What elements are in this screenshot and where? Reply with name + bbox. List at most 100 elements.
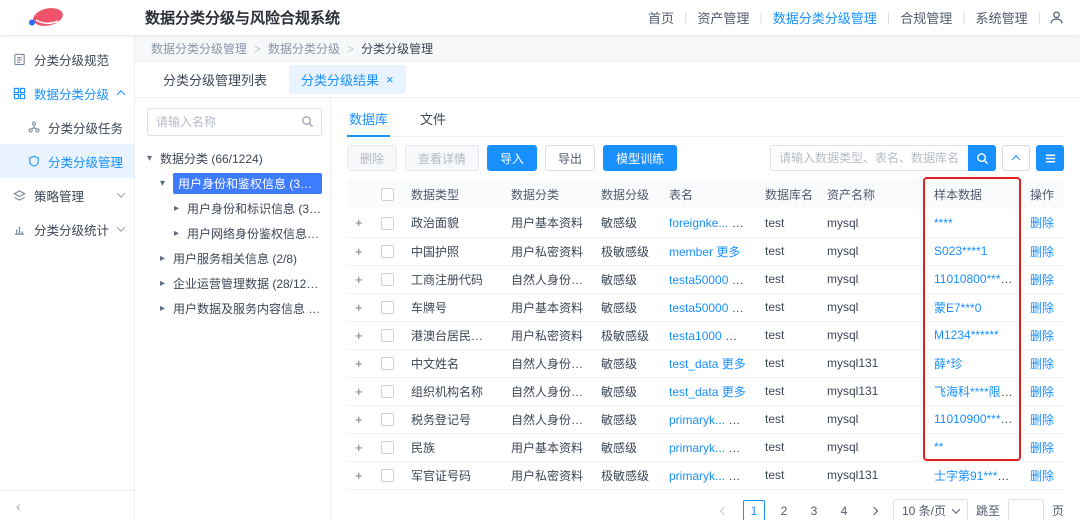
expand-row-icon[interactable]: + [355,328,363,343]
breadcrumb-item[interactable]: 数据分类分级管理 [151,40,247,57]
expand-row-icon[interactable]: + [355,356,363,371]
more-link[interactable]: 更多 [732,216,756,230]
sidebar-item-data-classification[interactable]: 数据分类分级 [0,76,134,110]
expand-row-icon[interactable]: + [355,272,363,287]
table-name-link[interactable]: foreignke... [669,216,728,230]
sidebar-item-statistics[interactable]: 分类分级统计 [0,212,134,246]
toolbar-button-delete[interactable]: 删除 [347,145,397,171]
page-number[interactable]: 1 [743,500,765,520]
row-checkbox[interactable] [381,469,394,482]
table-name-link[interactable]: testa1000 [669,329,722,343]
page-number[interactable]: 2 [773,500,795,520]
sample-data-link[interactable]: S023****1 [934,244,987,258]
caret-right-icon[interactable]: ▸ [174,203,187,214]
tab-file[interactable]: 文件 [418,102,448,136]
sample-data-link[interactable]: 蒙E7***0 [934,301,981,315]
row-checkbox[interactable] [381,413,394,426]
page-number[interactable]: 4 [833,500,855,520]
more-link[interactable]: 更多 [728,469,752,483]
toolbar-button-model-train[interactable]: 模型训练 [603,145,677,171]
more-link[interactable]: 更多 [728,413,752,427]
more-link[interactable]: 更多 [732,301,756,315]
expand-row-icon[interactable]: + [355,440,363,455]
more-link[interactable]: 更多 [722,385,746,399]
caret-down-icon[interactable]: ▾ [147,153,160,164]
row-delete-link[interactable]: 删除 [1030,413,1054,427]
sample-data-link[interactable]: ** [934,440,943,454]
table-name-link[interactable]: test_data [669,385,718,399]
row-checkbox[interactable] [381,357,394,370]
table-name-link[interactable]: testa50000 [669,301,728,315]
more-link[interactable]: 更多 [725,329,749,343]
more-link[interactable]: 更多 [722,357,746,371]
row-delete-link[interactable]: 删除 [1030,385,1054,399]
expand-row-icon[interactable]: + [355,412,363,427]
row-checkbox[interactable] [381,385,394,398]
breadcrumb-item[interactable]: 数据分类分级 [268,40,340,57]
prev-page-button[interactable] [713,500,735,520]
sample-data-link[interactable]: **** [934,216,953,230]
sample-data-link[interactable]: 薛*珍 [934,357,963,371]
tree-node[interactable]: ▸用户服务相关信息 (2/8) [147,246,322,271]
page-size-select[interactable]: 10 条/页 [893,499,968,520]
row-delete-link[interactable]: 删除 [1030,329,1054,343]
row-checkbox[interactable] [381,441,394,454]
sample-data-link[interactable]: M1234****** [934,328,999,342]
top-nav-item[interactable]: 系统管理 [966,8,1038,27]
toolbar-button-export[interactable]: 导出 [545,145,595,171]
sidebar-item-strategy[interactable]: 策略管理 [0,178,134,212]
expand-row-icon[interactable]: + [355,384,363,399]
row-checkbox[interactable] [381,217,394,230]
caret-right-icon[interactable]: ▸ [160,278,173,289]
sidebar-item-classification-spec[interactable]: 分类分级规范 [0,42,134,76]
caret-right-icon[interactable]: ▸ [160,253,173,264]
expand-row-icon[interactable]: + [355,300,363,315]
expand-row-icon[interactable]: + [355,215,363,230]
tree-node[interactable]: ▾用户身份和鉴权信息 (34/62) [147,171,322,196]
expand-row-icon[interactable]: + [355,244,363,259]
user-profile-button[interactable] [1049,10,1064,25]
row-delete-link[interactable]: 删除 [1030,245,1054,259]
toolbar-button-import[interactable]: 导入 [487,145,537,171]
tab-classification-result[interactable]: 分类分级结果 × [289,65,406,94]
tab-database[interactable]: 数据库 [347,102,390,136]
row-checkbox[interactable] [381,245,394,258]
more-link[interactable]: 更多 [716,245,740,259]
tree-node[interactable]: ▸用户身份和标识信息 (34/62) [147,196,322,221]
close-tab-icon[interactable]: × [386,73,394,86]
top-nav-item[interactable]: 资产管理 [687,8,759,27]
row-delete-link[interactable]: 删除 [1030,216,1054,230]
collapse-panel-button[interactable] [1002,145,1030,171]
tree-node[interactable]: ▸企业运营管理数据 (28/1218) [147,271,322,296]
row-checkbox[interactable] [381,301,394,314]
more-link[interactable]: 更多 [732,273,756,287]
row-delete-link[interactable]: 删除 [1030,469,1054,483]
sample-data-link[interactable]: 士字第91***3号 [934,469,1016,483]
caret-right-icon[interactable]: ▸ [160,303,173,314]
sample-data-link[interactable]: 飞海科****限公司 [934,385,1022,399]
row-checkbox[interactable] [381,329,394,342]
tab-management-list[interactable]: 分类分级管理列表 [151,65,279,94]
expand-row-icon[interactable]: + [355,468,363,483]
top-nav-item[interactable]: 数据分类分级管理 [763,8,887,27]
search-button[interactable] [968,145,996,171]
sample-data-link[interactable]: 11010800******8 [934,272,1021,286]
sidebar-item-classification-manage[interactable]: 分类分级管理 [0,144,134,178]
tree-node[interactable]: ▸用户数据及服务内容信息 (2/8) [147,296,322,321]
caret-down-icon[interactable]: ▾ [160,178,173,189]
page-number[interactable]: 3 [803,500,825,520]
top-nav-item[interactable]: 合规管理 [890,8,962,27]
row-delete-link[interactable]: 删除 [1030,273,1054,287]
more-link[interactable]: 更多 [728,441,752,455]
select-all-checkbox[interactable] [381,188,394,201]
caret-right-icon[interactable]: ▸ [174,228,187,239]
table-name-link[interactable]: primaryk... [669,441,725,455]
table-name-link[interactable]: testa50000 [669,273,728,287]
list-view-button[interactable] [1036,145,1064,171]
next-page-button[interactable] [863,500,885,520]
search-icon[interactable] [301,115,314,128]
row-delete-link[interactable]: 删除 [1030,357,1054,371]
tree-search-input[interactable] [147,108,322,136]
table-name-link[interactable]: test_data [669,357,718,371]
row-checkbox[interactable] [381,273,394,286]
